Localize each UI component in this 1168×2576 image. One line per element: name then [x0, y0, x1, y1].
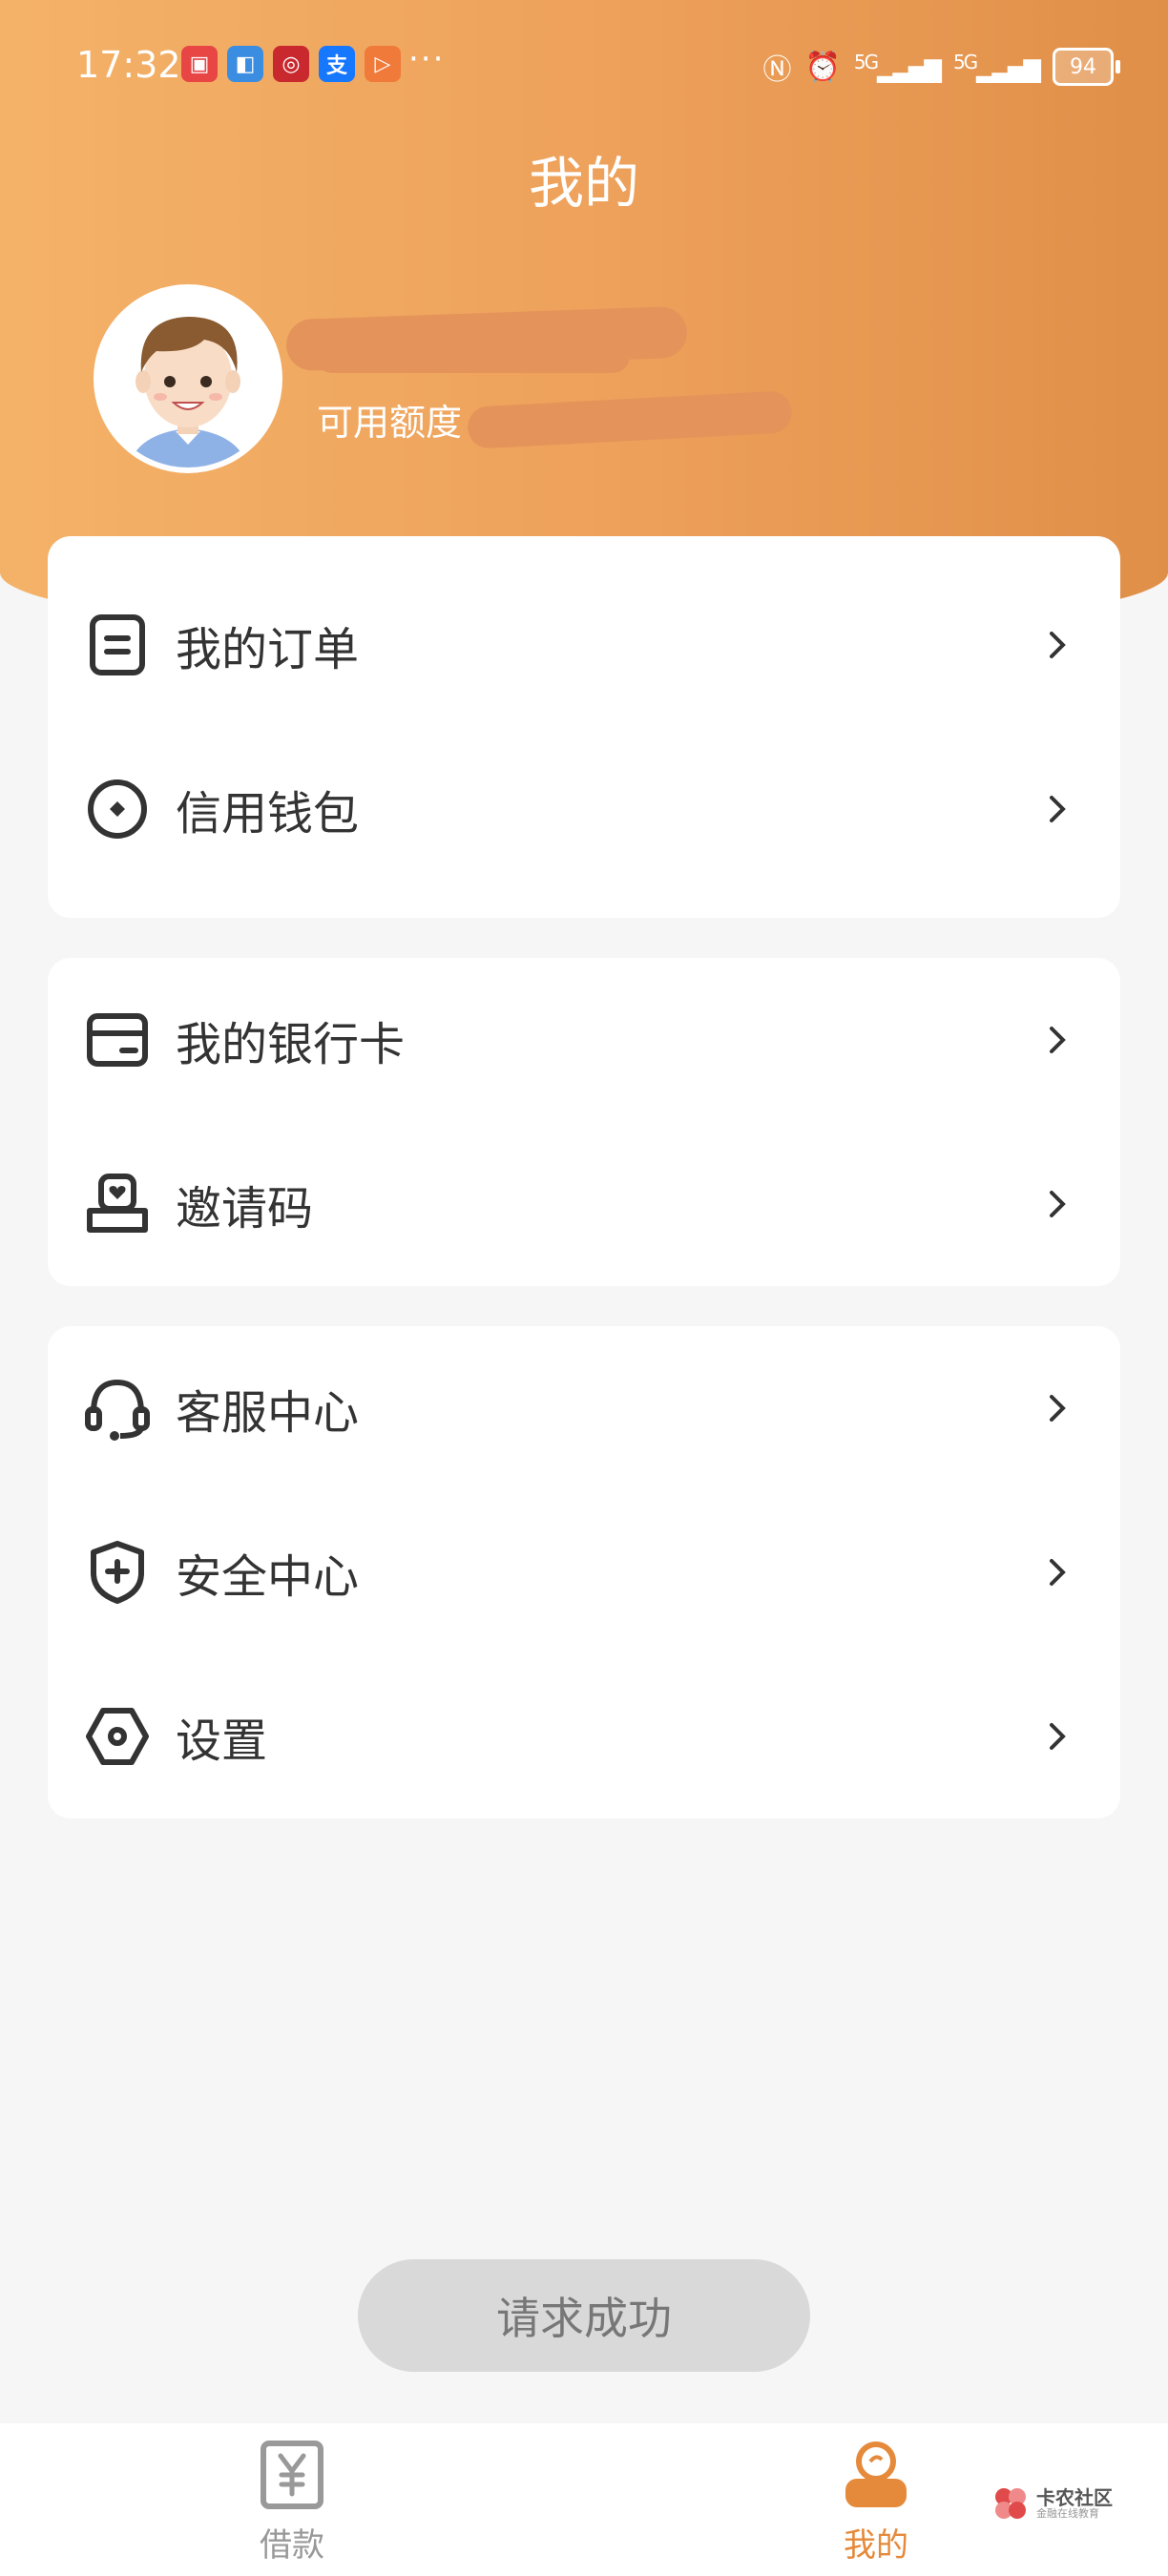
menu-item-label: 信用钱包	[176, 787, 360, 841]
chevron-right-icon	[1050, 796, 1066, 822]
avatar-illustration	[99, 290, 277, 467]
menu-item-label: 安全中心	[176, 1550, 360, 1604]
menu-item-label: 我的订单	[176, 623, 360, 676]
video-app-icon: ▷	[365, 46, 401, 82]
boc-app-icon: ◎	[273, 46, 309, 82]
menu-item-invite-code[interactable]: 邀请码	[48, 1122, 1120, 1286]
bank-card-icon	[87, 1013, 148, 1067]
watermark: 卡农社区 金融在线教育	[992, 2485, 1113, 2522]
user-icon	[845, 2441, 907, 2507]
signal-icon: 5G▂▃▅▇	[853, 51, 942, 83]
toast-message: 请求成功	[358, 2259, 810, 2372]
watermark-title: 卡农社区	[1036, 2485, 1113, 2509]
settings-icon	[86, 1708, 149, 1765]
system-status: Ⓝ ⏰ 5G▂▃▅▇ 5G▂▃▅▇ 94	[763, 46, 1120, 88]
loan-icon	[261, 2441, 323, 2509]
chevron-right-icon	[1050, 1559, 1066, 1586]
menu-item-settings[interactable]: 设置	[48, 1654, 1120, 1818]
tab-label: 我的	[844, 2526, 908, 2565]
tab-loan[interactable]: 借款	[197, 2441, 387, 2566]
menu-item-bank-card[interactable]: 我的银行卡	[48, 958, 1120, 1122]
tab-mine[interactable]: 我的	[781, 2441, 971, 2566]
battery-level: 94	[1053, 48, 1114, 86]
order-icon	[90, 614, 145, 675]
avatar[interactable]	[94, 284, 282, 473]
wallet-icon	[88, 779, 147, 839]
menu-card-orders: 我的订单 信用钱包	[48, 536, 1120, 918]
menu-item-label: 设置	[176, 1714, 268, 1768]
status-bar: 17:32 ▣ ◧ ◎ 支 ▷ ··· Ⓝ ⏰ 5G▂▃▅▇ 5G▂▃▅▇ 94	[0, 38, 1168, 99]
nfc-icon: Ⓝ	[762, 53, 792, 87]
mail-app-icon: ▣	[181, 46, 218, 82]
invite-icon	[87, 1174, 148, 1233]
chevron-right-icon	[1050, 1027, 1066, 1053]
menu-item-my-orders[interactable]: 我的订单	[48, 563, 1120, 727]
watermark-logo-icon	[995, 2488, 1026, 2519]
menu-item-label: 邀请码	[176, 1182, 314, 1236]
credit-label: 可用额度	[317, 402, 463, 444]
menu-card-service: 客服中心 安全中心 设置	[48, 1326, 1120, 1818]
chevron-right-icon	[1050, 1395, 1066, 1422]
menu-item-label: 我的银行卡	[176, 1018, 406, 1071]
chevron-right-icon	[1050, 632, 1066, 658]
tab-label: 借款	[260, 2526, 324, 2565]
menu-item-label: 客服中心	[176, 1386, 360, 1440]
menu-item-customer-service[interactable]: 客服中心	[48, 1326, 1120, 1490]
watermark-subtitle: 金融在线教育	[1036, 2506, 1099, 2520]
more-notifications-icon: ···	[408, 40, 446, 78]
signal-icon-2: 5G▂▃▅▇	[952, 51, 1041, 83]
chevron-right-icon	[1050, 1723, 1066, 1750]
redacted-username-scribble	[315, 339, 630, 373]
shield-icon	[91, 1541, 144, 1604]
menu-item-security-center[interactable]: 安全中心	[48, 1490, 1120, 1654]
status-time: 17:32	[76, 44, 181, 86]
alarm-icon: ⏰	[804, 50, 841, 84]
bank-app-icon: ◧	[227, 46, 263, 82]
alipay-app-icon: 支	[319, 46, 355, 82]
menu-card-bank: 我的银行卡 邀请码	[48, 958, 1120, 1286]
headset-icon	[85, 1379, 150, 1441]
notification-icons: ▣ ◧ ◎ 支 ▷	[181, 46, 401, 82]
battery-icon: 94	[1053, 48, 1120, 86]
page-title: 我的	[528, 151, 639, 216]
menu-item-credit-wallet[interactable]: 信用钱包	[48, 727, 1120, 891]
chevron-right-icon	[1050, 1191, 1066, 1217]
